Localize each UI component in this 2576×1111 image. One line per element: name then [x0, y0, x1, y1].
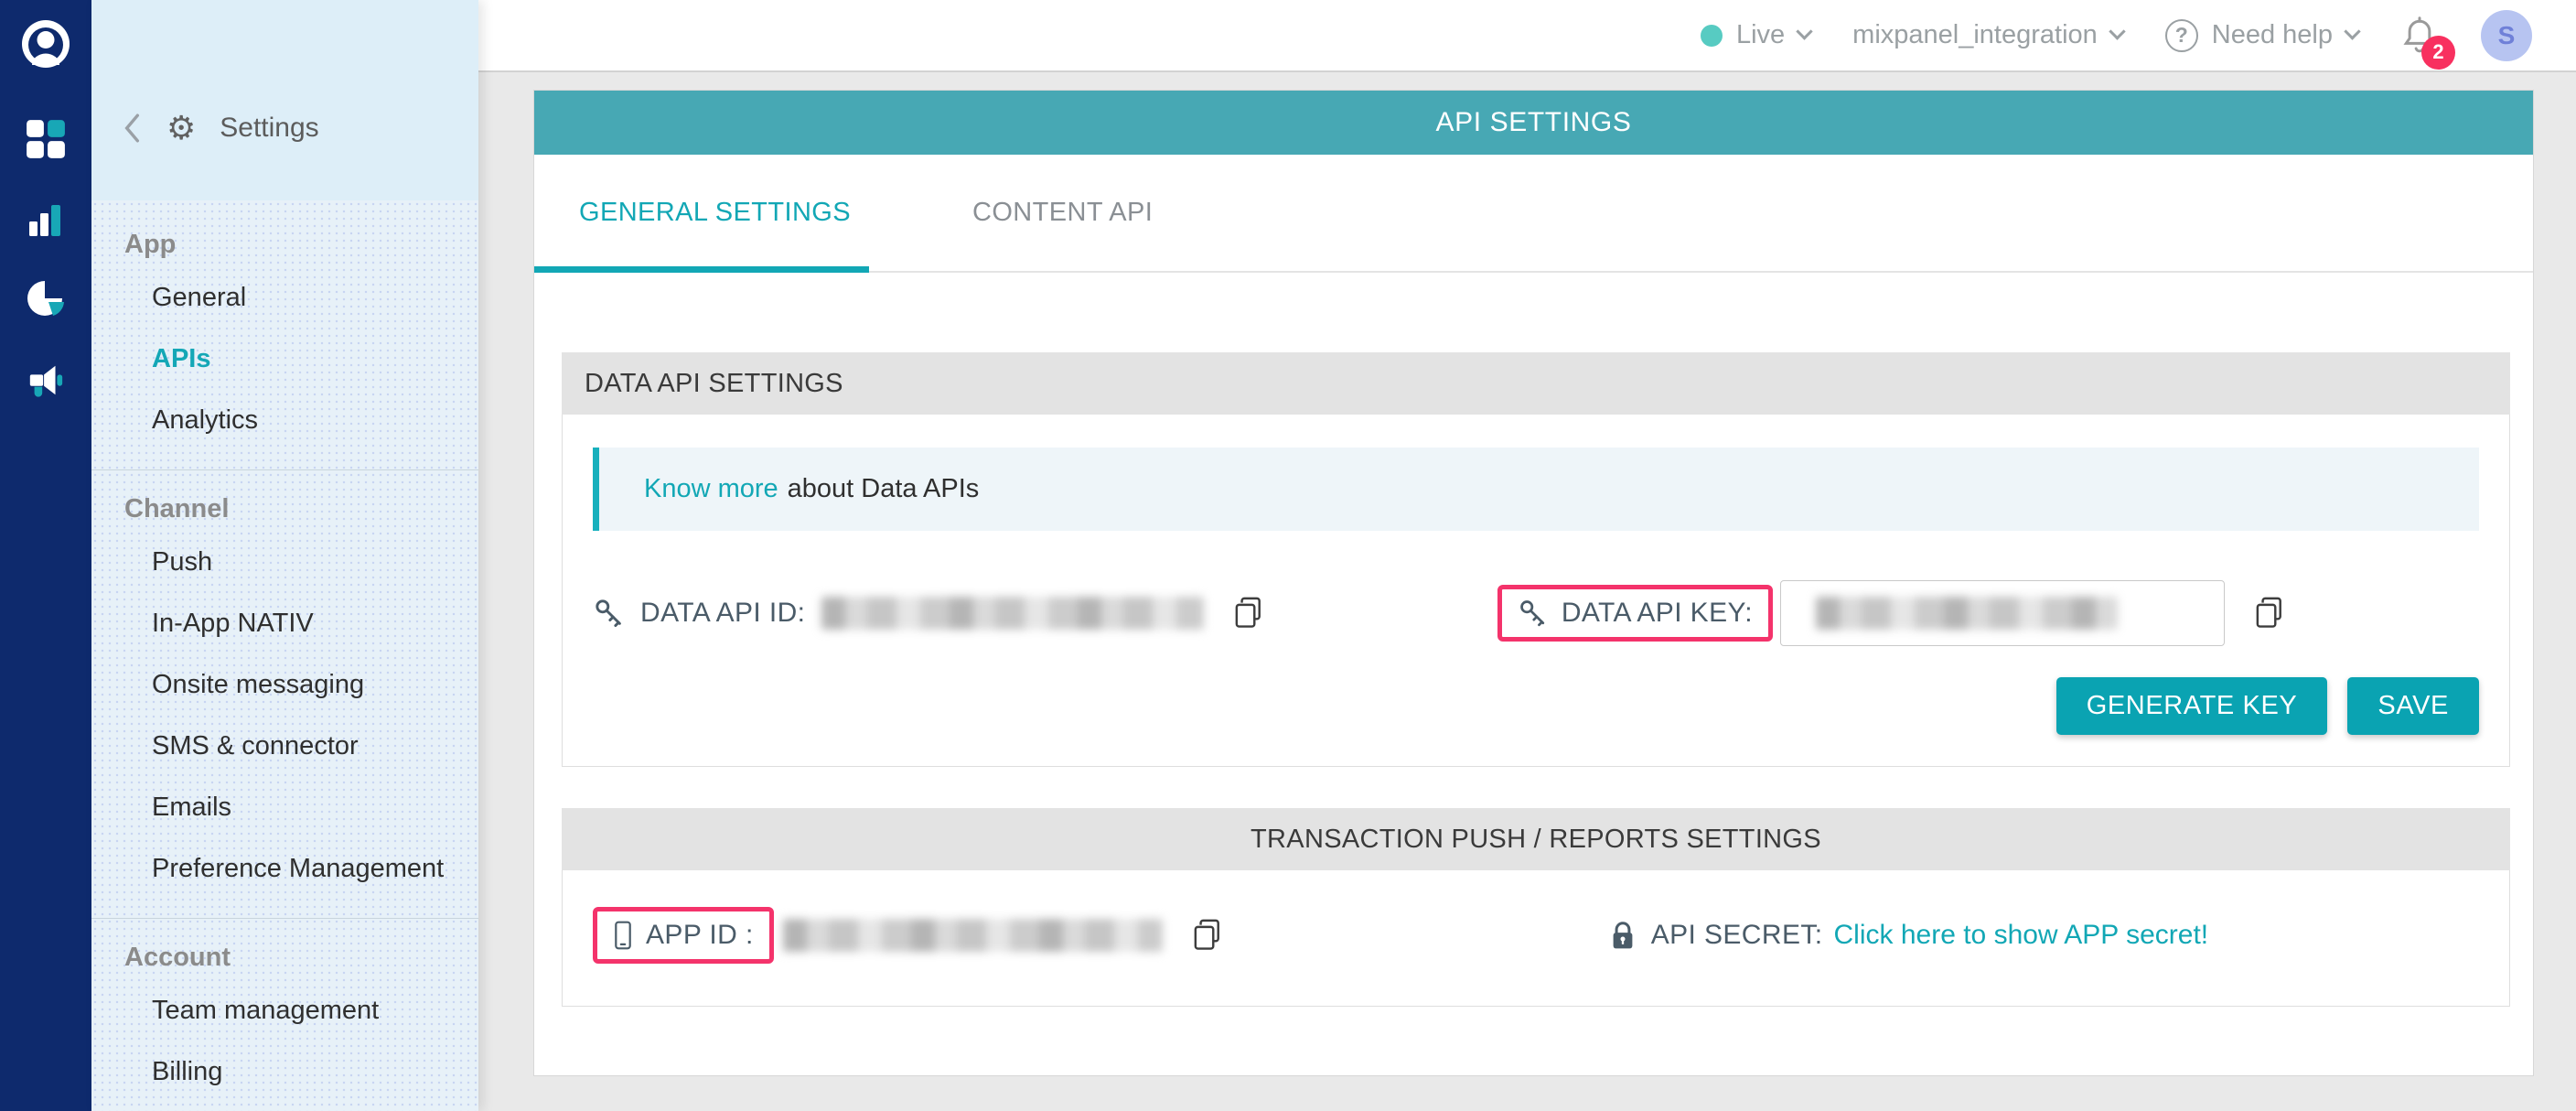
bar-chart-icon[interactable] [24, 198, 68, 242]
mobile-phone-icon [613, 920, 633, 951]
section-title: TRANSACTION PUSH / REPORTS SETTINGS [1250, 825, 1821, 855]
topbar: Live mixpanel_integration ? Need help 2 … [478, 0, 2576, 72]
help-menu[interactable]: ? Need help [2165, 19, 2358, 52]
app-id-value-redacted [783, 919, 1163, 952]
data-api-settings-body: Know more about Data APIs DAT [562, 415, 2510, 767]
save-button[interactable]: SAVE [2347, 677, 2479, 735]
brand-logo[interactable] [20, 18, 71, 70]
sidebar-item-general[interactable]: General [91, 267, 478, 329]
sidebar-title: Settings [220, 113, 318, 144]
sidebar-item-apis[interactable]: APIs [91, 329, 478, 390]
app-rail [0, 0, 91, 1111]
project-selector[interactable]: mixpanel_integration [1852, 20, 2123, 50]
pie-chart-icon[interactable] [24, 278, 68, 322]
settings-sidebar-header: ⚙ Settings [91, 0, 478, 200]
tab-content-api[interactable]: CONTENT API [972, 198, 1153, 228]
transaction-settings-header: TRANSACTION PUSH / REPORTS SETTINGS [562, 808, 2510, 870]
nav-section-app: App [124, 230, 478, 260]
generate-key-button[interactable]: GENERATE KEY [2056, 677, 2328, 735]
data-api-key-input[interactable] [1780, 580, 2225, 646]
section-title: DATA API SETTINGS [585, 369, 843, 399]
sidebar-item-team-management[interactable]: Team management [91, 980, 478, 1041]
sidebar-item-inapp-nativ[interactable]: In-App NATIV [91, 593, 478, 654]
actions-row: GENERATE KEY SAVE [593, 677, 2479, 735]
sidebar-item-billing[interactable]: Billing [91, 1041, 478, 1103]
api-secret-label: API SECRET: [1651, 920, 1823, 951]
key-icon [593, 597, 626, 630]
environment-selector[interactable]: Live [1701, 20, 1810, 50]
chevron-down-icon [2109, 23, 2125, 39]
nav-section-channel: Channel [124, 494, 478, 524]
back-chevron-icon[interactable] [123, 113, 143, 144]
sidebar-item-onsite-messaging[interactable]: Onsite messaging [91, 654, 478, 716]
api-settings-card: API SETTINGS GENERAL SETTINGS CONTENT AP… [533, 90, 2534, 1076]
app-id-label: APP ID : [646, 920, 754, 951]
sidebar-item-sms-connector[interactable]: SMS & connector [91, 716, 478, 777]
active-tab-underline [534, 266, 869, 273]
know-more-link[interactable]: Know more [644, 474, 778, 504]
sidebar-item-emails[interactable]: Emails [91, 777, 478, 838]
api-secret-group: API SECRET: Click here to show APP secre… [1609, 919, 2208, 952]
page-title-bar: API SETTINGS [534, 91, 2533, 155]
settings-nav-list: App General APIs Analytics Channel Push … [91, 200, 478, 1111]
tab-bar: GENERAL SETTINGS CONTENT API [534, 155, 2533, 273]
gear-icon: ⚙ [166, 112, 196, 145]
data-api-key-value-redacted [1816, 597, 2118, 630]
main-area: Live mixpanel_integration ? Need help 2 … [478, 0, 2576, 1111]
data-api-key-group: DATA API KEY: [1497, 580, 2287, 646]
transaction-settings-section: TRANSACTION PUSH / REPORTS SETTINGS APP … [562, 808, 2510, 1007]
apps-grid-icon[interactable] [24, 117, 68, 161]
know-more-banner: Know more about Data APIs [593, 448, 2479, 531]
page-title: API SETTINGS [1436, 107, 1632, 138]
megaphone-icon[interactable] [24, 359, 68, 403]
banner-text: about Data APIs [788, 474, 980, 504]
data-api-id-label: DATA API ID: [640, 598, 805, 629]
nav-divider [91, 918, 478, 919]
question-circle-icon: ? [2165, 19, 2198, 52]
project-name: mixpanel_integration [1852, 20, 2098, 50]
help-label: Need help [2212, 20, 2333, 50]
lock-icon [1609, 919, 1637, 952]
sidebar-item-analytics[interactable]: Analytics [91, 390, 478, 451]
data-api-key-label: DATA API KEY: [1562, 598, 1753, 629]
data-api-id-value-redacted [821, 597, 1204, 630]
live-status-dot [1701, 25, 1723, 47]
notification-count-badge: 2 [2421, 36, 2455, 70]
key-icon [1518, 598, 1549, 629]
notifications-button[interactable]: 2 [2400, 15, 2439, 57]
chevron-down-icon [1796, 23, 1812, 39]
data-api-settings-header: DATA API SETTINGS [562, 352, 2510, 415]
app-id-highlight: APP ID : [593, 907, 774, 964]
user-avatar[interactable]: S [2481, 10, 2532, 61]
person-logo-icon [20, 18, 71, 70]
transaction-settings-body: APP ID : [562, 870, 2510, 1007]
settings-sidebar: ⚙ Settings App General APIs Analytics Ch… [91, 0, 478, 1111]
copy-icon[interactable] [2250, 595, 2287, 631]
show-app-secret-link[interactable]: Click here to show APP secret! [1834, 920, 2209, 951]
copy-icon[interactable] [1229, 595, 1266, 631]
sidebar-item-preference-management[interactable]: Preference Management [91, 838, 478, 900]
sidebar-item-push[interactable]: Push [91, 532, 478, 593]
tab-general-settings[interactable]: GENERAL SETTINGS [579, 198, 851, 228]
chevron-down-icon [2344, 23, 2360, 39]
environment-label: Live [1736, 20, 1785, 50]
data-api-key-highlight: DATA API KEY: [1497, 585, 1773, 642]
nav-section-account: Account [124, 943, 478, 973]
copy-icon[interactable] [1188, 917, 1225, 954]
nav-divider [91, 469, 478, 470]
content-area: API SETTINGS GENERAL SETTINGS CONTENT AP… [478, 72, 2576, 1111]
data-api-settings-section: DATA API SETTINGS Know more about Data A… [562, 352, 2510, 767]
api-credentials-row: DATA API ID: [593, 580, 2479, 646]
